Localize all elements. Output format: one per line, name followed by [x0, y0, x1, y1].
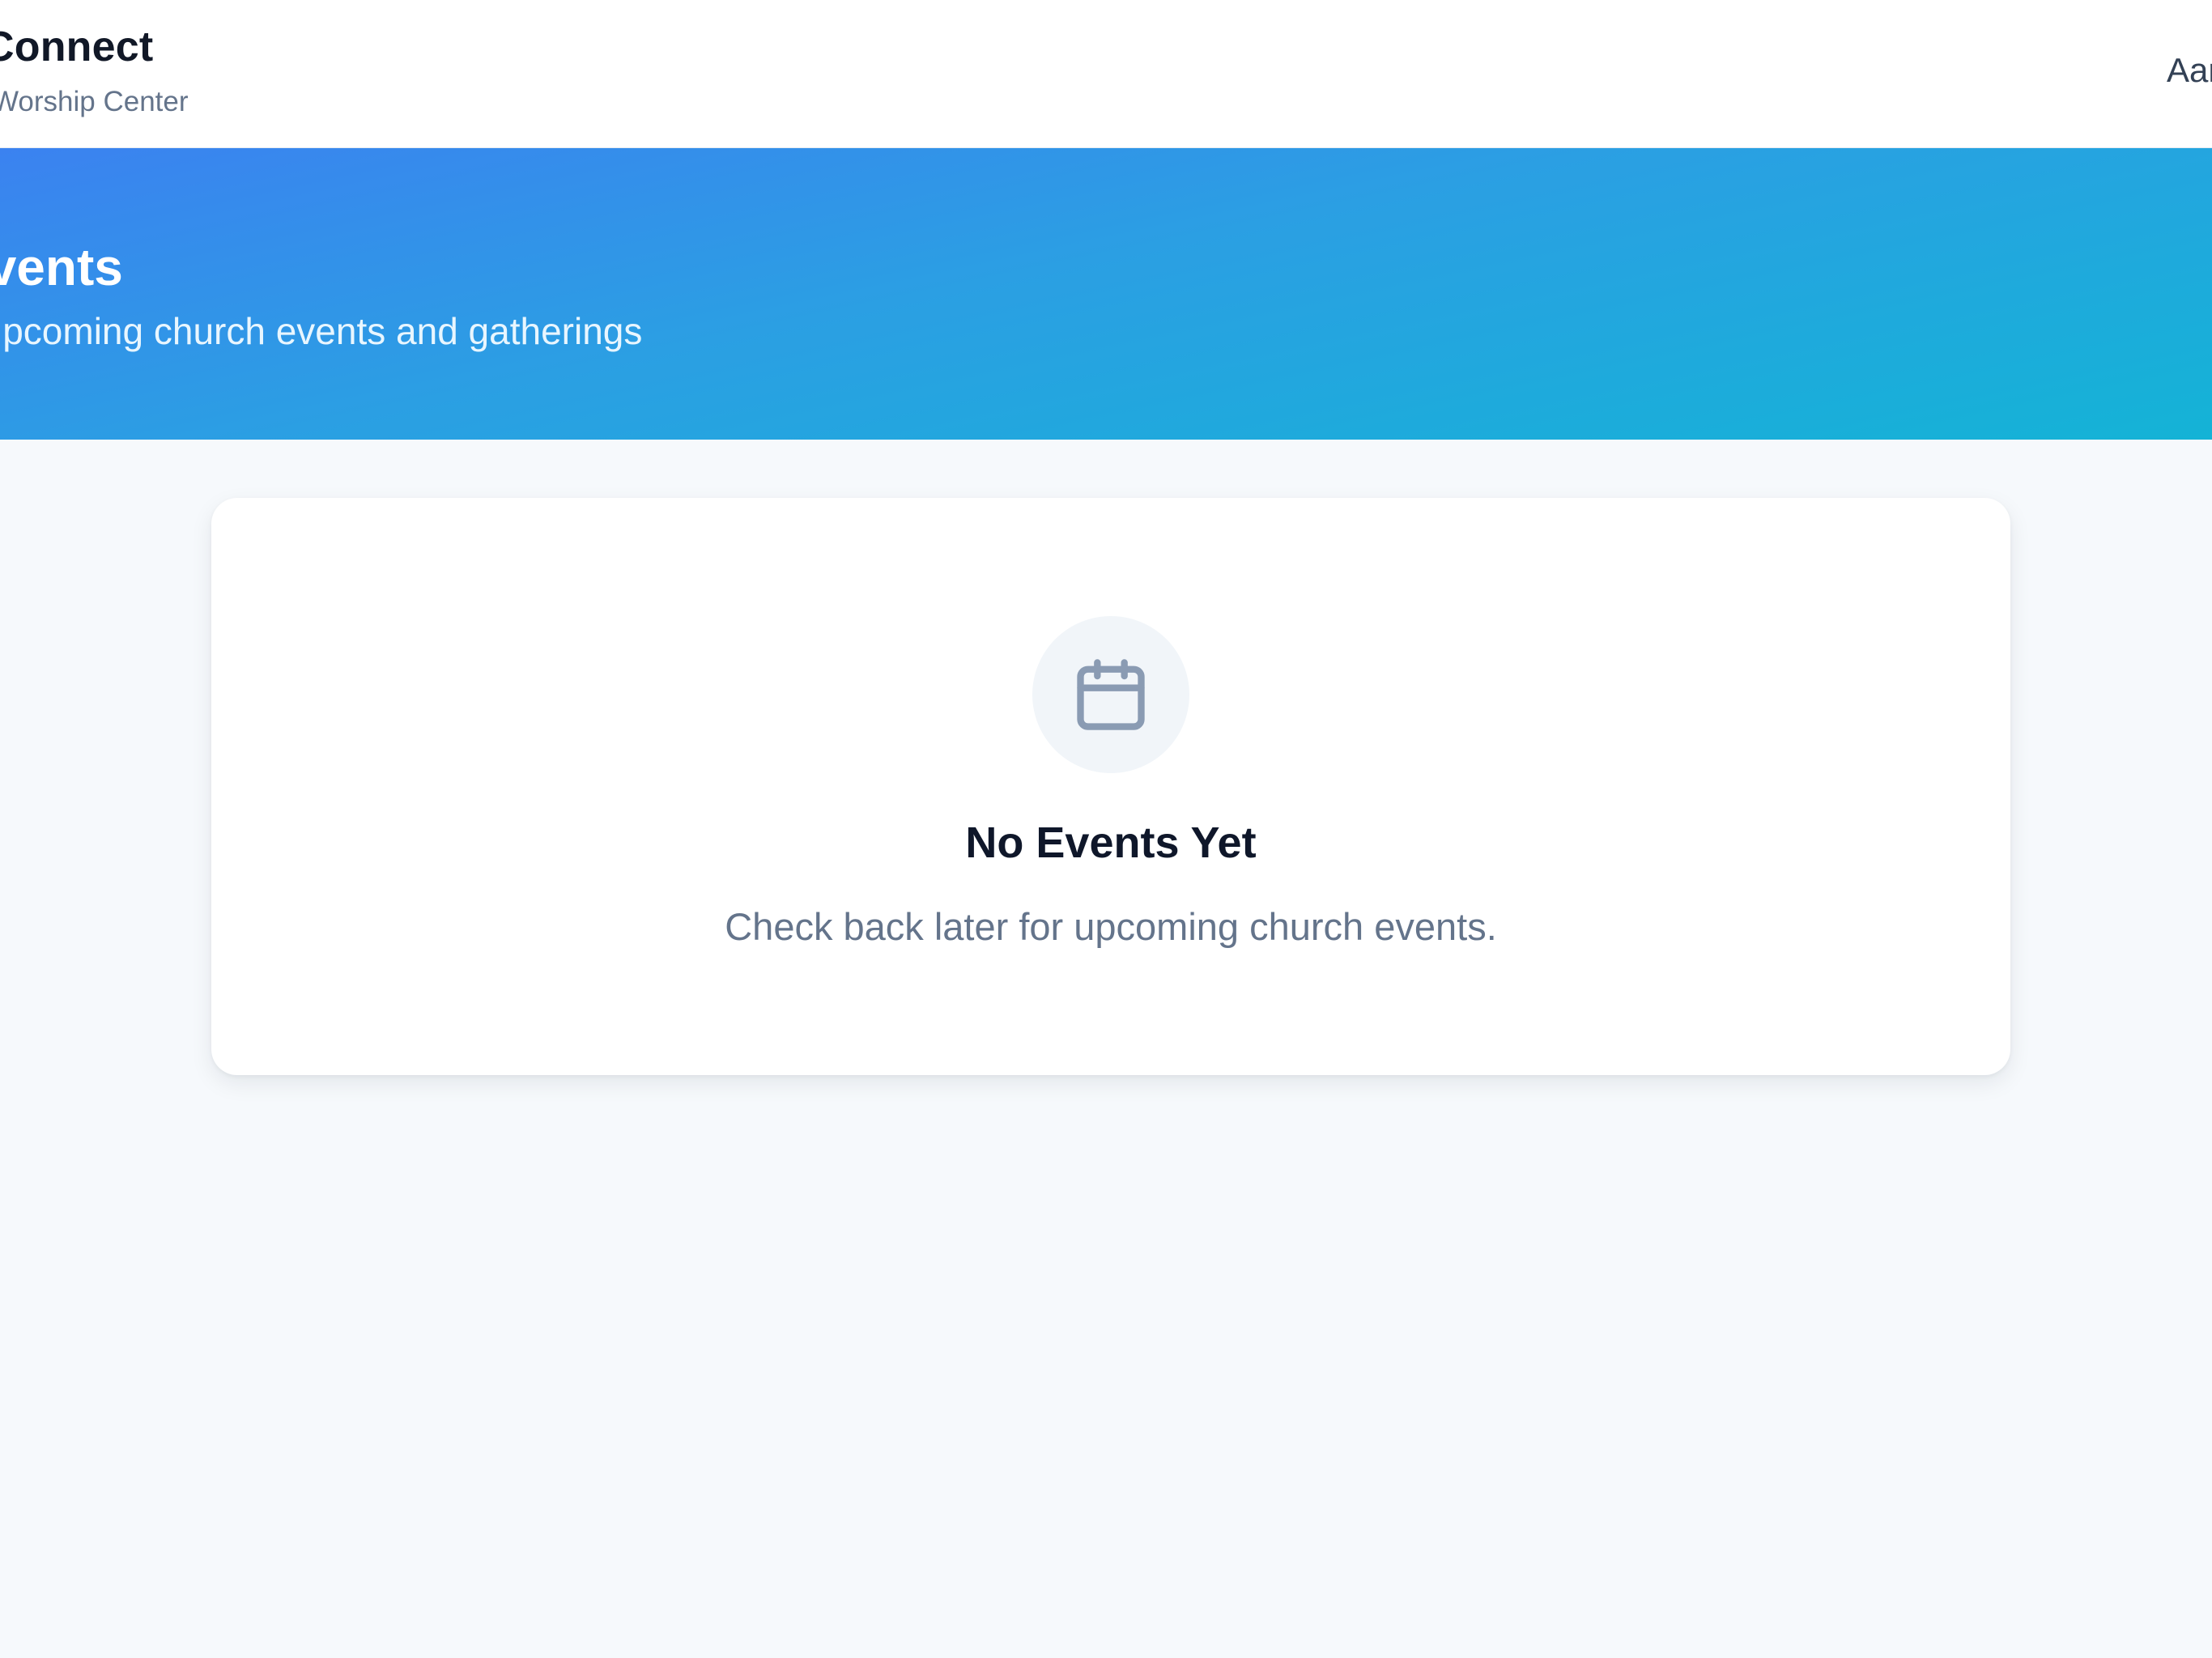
events-empty-state-card: No Events Yet Check back later for upcom… — [211, 498, 2010, 1075]
top-navigation-bar: Connect Worship Center Aaron — [0, 0, 2212, 148]
empty-state-icon-container — [1032, 616, 1189, 773]
church-name: Worship Center — [0, 86, 189, 117]
calendar-icon — [1077, 659, 1145, 730]
events-hero-banner: Events Upcoming church events and gather… — [0, 148, 2212, 440]
user-menu[interactable]: Aaron — [2167, 51, 2212, 90]
empty-state-message: Check back later for upcoming church eve… — [725, 905, 1497, 948]
page-title: Events — [0, 238, 123, 296]
app-brand-name[interactable]: Connect — [0, 23, 153, 71]
empty-state-title: No Events Yet — [965, 818, 1257, 867]
page-subtitle: Upcoming church events and gatherings — [0, 310, 643, 352]
events-page: Connect Worship Center Aaron Events Upco… — [0, 0, 2212, 1658]
